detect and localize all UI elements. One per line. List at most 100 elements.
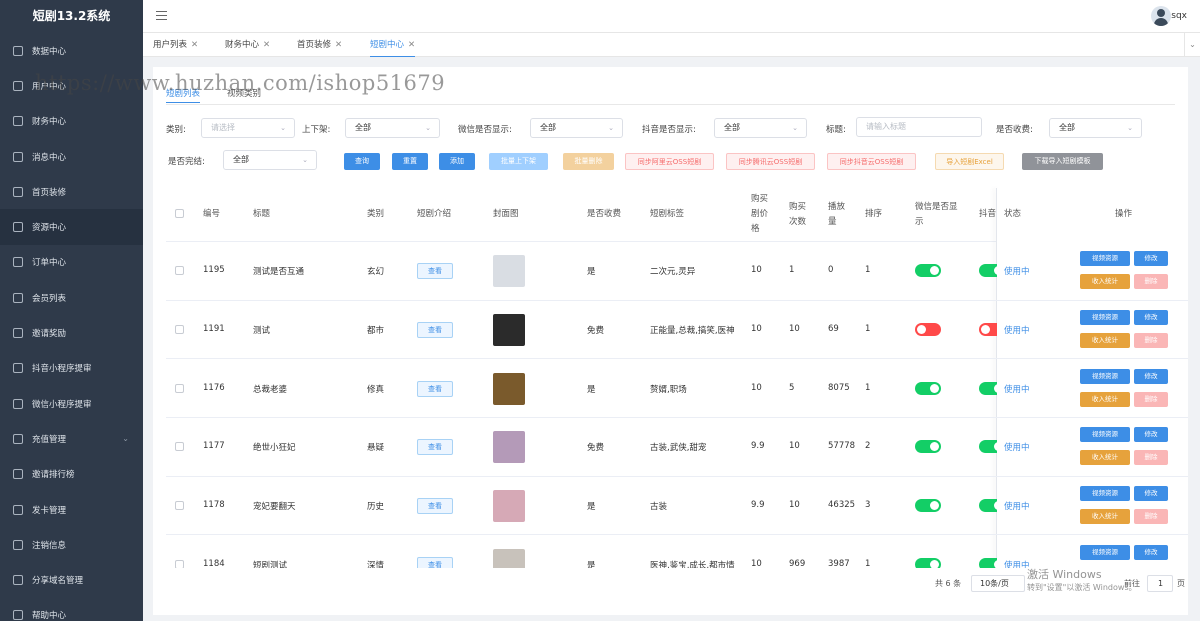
income-stats-button[interactable]: 收入统计 [1080, 333, 1130, 349]
status-text[interactable]: 使用中 [1004, 265, 1030, 277]
status-text[interactable]: 使用中 [1004, 500, 1030, 512]
status-text[interactable]: 使用中 [1004, 441, 1030, 453]
delete-button[interactable]: 删除 [1134, 333, 1168, 349]
delete-button[interactable]: 删除 [1134, 391, 1168, 407]
wechat-show-toggle[interactable] [915, 557, 941, 568]
view-intro-button[interactable]: 查看 [417, 380, 453, 397]
sync-aliyun-button[interactable]: 同步阿里云OSS短剧 [625, 153, 714, 170]
page-size-select[interactable]: 10条/页 [971, 575, 1025, 592]
sidebar-item[interactable]: 资源中心 [0, 209, 143, 245]
video-resource-button[interactable]: 视频资源 [1080, 544, 1130, 560]
delete-button[interactable]: 删除 [1134, 450, 1168, 466]
edit-button[interactable]: 修改 [1134, 427, 1168, 443]
view-intro-button[interactable]: 查看 [417, 263, 453, 280]
sidebar-item[interactable]: 首页装修 [0, 174, 143, 209]
finished-select[interactable]: 全部 ⌄ [223, 150, 317, 170]
import-excel-button[interactable]: 导入短剧Excel [935, 153, 1004, 170]
wechat-show-toggle[interactable] [915, 264, 941, 278]
video-resource-button[interactable]: 视频资源 [1080, 427, 1130, 443]
close-icon[interactable]: ✕ [263, 40, 270, 50]
tab-home-decor[interactable]: 首页装修 ✕ [297, 33, 342, 57]
sidebar-item[interactable]: 邀请排行榜 [0, 457, 143, 492]
sidebar-item[interactable]: 抖音小程序提审 [0, 351, 143, 386]
batch-delete-button[interactable]: 批量删除 [563, 153, 614, 170]
close-icon[interactable]: ✕ [408, 40, 415, 50]
title-input[interactable]: 请输入标题 [856, 117, 982, 137]
sidebar-item[interactable]: 充值管理 ⌄ [0, 421, 143, 456]
view-intro-button[interactable]: 查看 [417, 322, 453, 339]
cover-image[interactable] [493, 490, 525, 523]
tab-drama-center[interactable]: 短剧中心 ✕ [370, 33, 416, 57]
batch-shelf-button[interactable]: 批量上下架 [489, 153, 548, 170]
download-template-button[interactable]: 下载导入短剧模板 [1022, 153, 1103, 170]
income-stats-button[interactable]: 收入统计 [1080, 509, 1130, 525]
edit-button[interactable]: 修改 [1134, 251, 1168, 267]
row-checkbox[interactable] [175, 501, 184, 511]
row-checkbox[interactable] [175, 442, 184, 452]
sidebar-item[interactable]: 注销信息 [0, 527, 143, 562]
sidebar-item[interactable]: 分享域名管理 [0, 562, 143, 597]
cover-image[interactable] [493, 255, 525, 288]
query-button[interactable]: 查询 [344, 153, 380, 170]
wechat-show-toggle[interactable] [915, 499, 941, 513]
avatar[interactable] [1151, 6, 1171, 26]
sidebar-item[interactable]: 数据中心 [0, 33, 143, 68]
subtab-video-category[interactable]: 视频类别 [227, 87, 261, 99]
edit-button[interactable]: 修改 [1134, 310, 1168, 326]
username[interactable]: sqx [1171, 11, 1187, 21]
cover-image[interactable] [493, 314, 525, 347]
select-all-checkbox[interactable] [175, 209, 184, 218]
menu-toggle-icon[interactable] [156, 11, 167, 20]
income-stats-button[interactable]: 收入统计 [1080, 391, 1130, 407]
cover-image[interactable] [493, 431, 525, 464]
sidebar-item[interactable]: 发卡管理 [0, 492, 143, 527]
wechat-show-toggle[interactable] [915, 381, 941, 395]
subtab-drama-list[interactable]: 短剧列表 [166, 87, 201, 103]
status-text[interactable]: 使用中 [1004, 383, 1030, 395]
page-input[interactable]: 1 [1147, 575, 1173, 592]
wechat-show-toggle[interactable] [915, 440, 941, 454]
delete-button[interactable]: 删除 [1134, 274, 1168, 290]
sidebar-item[interactable]: 订单中心 [0, 245, 143, 280]
view-intro-button[interactable]: 查看 [417, 498, 453, 515]
sync-tencent-button[interactable]: 同步腾讯云OSS短剧 [726, 153, 815, 170]
chevron-down-icon[interactable]: ⌄ [1184, 33, 1200, 57]
video-resource-button[interactable]: 视频资源 [1080, 310, 1130, 326]
sidebar-item[interactable]: 邀请奖励 [0, 315, 143, 350]
video-resource-button[interactable]: 视频资源 [1080, 486, 1130, 502]
tab-user-list[interactable]: 用户列表 ✕ [153, 33, 198, 57]
income-stats-button[interactable]: 收入统计 [1080, 274, 1130, 290]
tab-finance[interactable]: 财务中心 ✕ [225, 33, 270, 57]
close-icon[interactable]: ✕ [191, 40, 198, 50]
status-text[interactable]: 使用中 [1004, 324, 1030, 336]
sidebar-item[interactable]: 消息中心 [0, 139, 143, 174]
status-text[interactable]: 使用中 [1004, 559, 1030, 568]
close-icon[interactable]: ✕ [335, 40, 342, 50]
charge-select[interactable]: 全部 ⌄ [1049, 118, 1142, 138]
wechat-show-toggle[interactable] [915, 323, 941, 337]
add-button[interactable]: 添加 [439, 153, 475, 170]
reset-button[interactable]: 重置 [392, 153, 428, 170]
income-stats-button[interactable]: 收入统计 [1080, 450, 1130, 466]
video-resource-button[interactable]: 视频资源 [1080, 251, 1130, 267]
video-resource-button[interactable]: 视频资源 [1080, 368, 1130, 384]
cover-image[interactable] [493, 548, 525, 568]
row-checkbox[interactable] [175, 559, 184, 568]
row-checkbox[interactable] [175, 325, 184, 335]
edit-button[interactable]: 修改 [1134, 368, 1168, 384]
cover-image[interactable] [493, 372, 525, 405]
edit-button[interactable]: 修改 [1134, 544, 1168, 560]
sidebar-item[interactable]: 财务中心 [0, 104, 143, 139]
edit-button[interactable]: 修改 [1134, 486, 1168, 502]
sync-douyin-button[interactable]: 同步抖音云OSS短剧 [827, 153, 916, 170]
sidebar-item[interactable]: 会员列表 [0, 280, 143, 315]
view-intro-button[interactable]: 查看 [417, 556, 453, 568]
row-checkbox[interactable] [175, 383, 184, 393]
sidebar-item[interactable]: 用户中心 [0, 68, 143, 103]
shelf-select[interactable]: 全部 ⌄ [345, 118, 440, 138]
sidebar-item[interactable]: 帮助中心 [0, 598, 143, 621]
wechat-show-select[interactable]: 全部 ⌄ [530, 118, 623, 138]
view-intro-button[interactable]: 查看 [417, 439, 453, 456]
category-select[interactable]: 请选择 ⌄ [201, 118, 295, 138]
row-checkbox[interactable] [175, 266, 184, 276]
